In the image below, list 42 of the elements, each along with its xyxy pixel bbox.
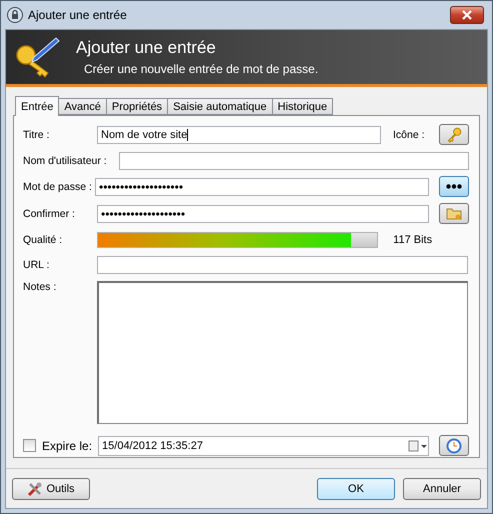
icon-picker-button[interactable] [439, 124, 469, 146]
expiry-date-field[interactable]: 15/04/2012 15:35:27 [98, 436, 429, 456]
username-field[interactable] [119, 152, 469, 170]
field-label: Confirmer : [23, 208, 76, 220]
title-field[interactable]: Nom de votre site [97, 126, 381, 144]
field-label: Mot de passe : [23, 180, 93, 193]
field-label: Qualité : [23, 234, 64, 246]
tab[interactable]: Historique [272, 98, 334, 115]
url-field[interactable] [97, 256, 468, 274]
tab[interactable]: Avancé [58, 98, 107, 115]
calendar-dropdown-icon[interactable] [408, 440, 428, 452]
tools-button[interactable]: Outils [12, 478, 90, 500]
expiry-preset-button[interactable] [439, 435, 469, 456]
close-button[interactable] [450, 6, 484, 24]
close-icon [462, 10, 472, 20]
lock-icon [7, 7, 23, 23]
field-label: URL : [23, 258, 50, 271]
tab[interactable]: Propriétés [106, 98, 168, 115]
tools-icon [27, 480, 44, 496]
window-title: Ajouter une entrée [28, 8, 128, 22]
password-field[interactable]: •••••••••••••••••••• [95, 178, 429, 196]
confirm-field[interactable]: •••••••••••••••••••• [97, 204, 429, 223]
generator-button[interactable] [439, 203, 469, 224]
quality-reading: 117 Bits [392, 234, 432, 246]
cancel-button[interactable]: Annuler [403, 478, 481, 500]
field-label: Titre : [23, 128, 50, 141]
field-label: Icône : [393, 128, 426, 141]
field-label: Expire le: [42, 438, 92, 453]
tab[interactable]: Saisie automatique [167, 98, 273, 115]
field-label: Notes : [23, 280, 58, 295]
notes-field[interactable] [97, 280, 468, 424]
key-icon [446, 126, 462, 143]
expiry-checkbox[interactable] [23, 439, 36, 452]
header-subtitle: Créer une nouvelle entrée de mot de passe. [83, 62, 318, 76]
header-title: Ajouter une entrée [76, 38, 217, 58]
field-label: Nom d'utilisateur : [23, 154, 108, 167]
clock-icon [446, 438, 462, 454]
folder-icon [446, 207, 462, 220]
tab[interactable]: Entrée [15, 96, 60, 116]
dots-icon [446, 184, 462, 190]
ok-button[interactable]: OK [317, 478, 395, 500]
show-password-button[interactable] [439, 176, 469, 198]
